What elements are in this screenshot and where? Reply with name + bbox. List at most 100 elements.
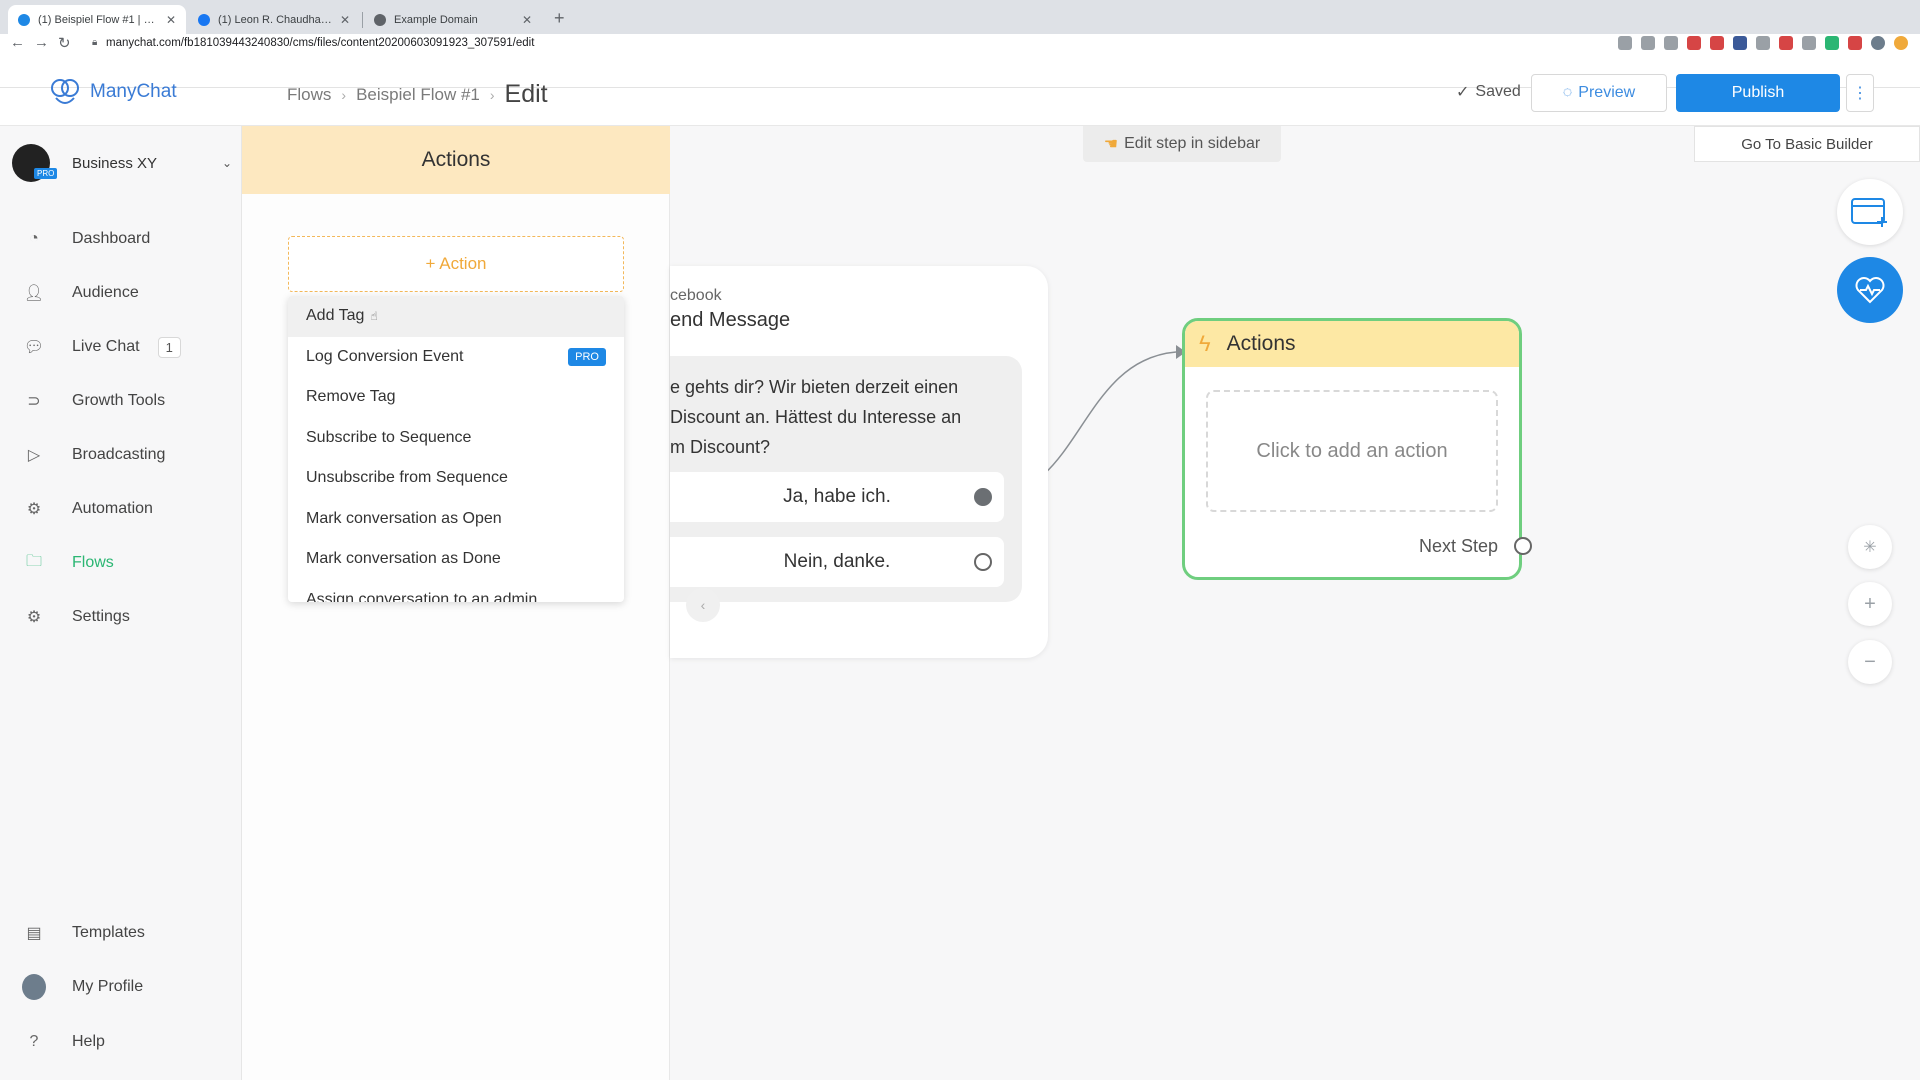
close-tab-icon[interactable]: ✕ xyxy=(340,13,350,27)
health-check-button[interactable] xyxy=(1837,257,1903,323)
quick-reply-button[interactable]: Nein, danke. xyxy=(670,537,1004,587)
browser-tab[interactable]: (1) Leon R. Chaudhari | Facebook ✕ xyxy=(188,5,360,34)
extension-icon[interactable] xyxy=(1825,36,1839,50)
back-icon[interactable]: ← xyxy=(10,34,25,51)
extension-icon[interactable] xyxy=(1733,36,1747,50)
extension-icon[interactable] xyxy=(1848,36,1862,50)
sidebar-item-growth-tools[interactable]: ⊃ Growth Tools xyxy=(22,386,232,416)
menu-item-label: Add Tag xyxy=(306,307,365,325)
reload-icon[interactable]: ↻ xyxy=(58,34,71,52)
browser-tab-active[interactable]: (1) Beispiel Flow #1 | Edit Content ✕ xyxy=(8,5,186,34)
sidebar-item-label: Flows xyxy=(72,554,114,571)
extension-icon[interactable] xyxy=(1641,36,1655,50)
extension-icon[interactable] xyxy=(1618,36,1632,50)
new-tab-icon[interactable]: + xyxy=(554,8,565,29)
add-action-button[interactable]: + Action xyxy=(288,236,624,292)
zoom-in-button[interactable]: + xyxy=(1848,582,1892,626)
browser-tab[interactable]: Example Domain ✕ xyxy=(364,5,542,34)
logo-text: ManyChat xyxy=(90,81,177,102)
chevron-right-icon: › xyxy=(341,86,347,103)
globe-icon xyxy=(374,13,386,26)
menu-item-log-conversion-event[interactable]: Log Conversion Event PRO xyxy=(288,337,624,378)
folder-icon: 🗀︎ xyxy=(25,552,42,570)
account-avatar: PRO xyxy=(12,144,58,182)
page-title: Edit xyxy=(504,80,548,108)
menu-item-mark-done[interactable]: Mark conversation as Done xyxy=(288,539,624,580)
extension-icon[interactable] xyxy=(1802,36,1816,50)
sidebar-item-dashboard[interactable]: ◔ Dashboard xyxy=(22,224,232,254)
extension-icon[interactable] xyxy=(1756,36,1770,50)
audience-icon: 👤︎ xyxy=(23,285,45,302)
preview-button[interactable]: ◌ Preview xyxy=(1531,74,1667,112)
forward-icon[interactable]: → xyxy=(34,34,49,51)
actions-node-header: ϟ Actions xyxy=(1185,321,1519,367)
more-options-icon[interactable]: ⋮ xyxy=(1846,74,1874,112)
sidebar-item-label: Settings xyxy=(72,608,130,625)
url-field[interactable]: manychat.com/fb181039443240830/cms/files… xyxy=(106,37,534,49)
sidebar-item-live-chat[interactable]: 💬︎ Live Chat 1 xyxy=(22,332,232,362)
extension-icon[interactable] xyxy=(1664,36,1678,50)
menu-item-mark-open[interactable]: Mark conversation as Open xyxy=(288,499,624,540)
sidebar-item-label: Live Chat xyxy=(72,338,140,355)
sidebar-item-my-profile[interactable]: My Profile xyxy=(22,972,232,1002)
chevron-down-icon: ⌄ xyxy=(221,156,232,170)
sidebar-item-flows[interactable]: 🗀︎ Flows xyxy=(22,548,232,578)
saved-status: ✓ Saved xyxy=(1456,82,1521,102)
menu-item-label: Log Conversion Event xyxy=(306,347,464,365)
update-icon[interactable] xyxy=(1894,36,1908,50)
gear-icon: ⚙︎ xyxy=(26,609,42,626)
sidebar-item-broadcasting[interactable]: ▷ Broadcasting xyxy=(22,440,232,470)
edit-step-hint: ☚ Edit step in sidebar xyxy=(1083,126,1281,162)
actions-node-title: Actions xyxy=(1226,332,1296,355)
messenger-icon: ◌ xyxy=(1562,84,1573,101)
sidebar-item-label: Dashboard xyxy=(72,230,151,247)
sidebar-item-label: Broadcasting xyxy=(72,446,166,463)
menu-item-unsubscribe-sequence[interactable]: Unsubscribe from Sequence xyxy=(288,458,624,499)
extension-icon[interactable] xyxy=(1779,36,1793,50)
sidebar-item-audience[interactable]: 👤︎ Audience xyxy=(22,278,232,308)
quick-reply-button[interactable]: Ja, habe ich. xyxy=(670,472,1004,522)
account-switcher[interactable]: PRO Business XY ⌄ xyxy=(12,144,232,182)
profile-avatar xyxy=(22,974,46,1000)
preview-label: Preview xyxy=(1578,84,1636,101)
breadcrumb-flows[interactable]: Flows xyxy=(287,85,331,105)
tab-title: (1) Beispiel Flow #1 | Edit Content xyxy=(38,13,158,26)
menu-item-subscribe-sequence[interactable]: Subscribe to Sequence xyxy=(288,418,624,459)
sidebar-item-help[interactable]: ? Help xyxy=(22,1027,232,1057)
templates-icon: ▤ xyxy=(26,925,42,942)
menu-item-add-tag[interactable]: Add Tag ☝︎ xyxy=(288,296,624,337)
breadcrumb-flow-name[interactable]: Beispiel Flow #1 xyxy=(356,85,480,105)
growth-icon: ⊃ xyxy=(27,393,41,410)
menu-item-assign-admin[interactable]: Assign conversation to an admin xyxy=(288,580,624,602)
sidebar-item-automation[interactable]: ⚙︎ Automation xyxy=(22,494,232,524)
auto-arrange-button[interactable]: ✳︎ xyxy=(1848,525,1892,569)
menu-item-remove-tag[interactable]: Remove Tag xyxy=(288,377,624,418)
close-tab-icon[interactable]: ✕ xyxy=(166,13,176,27)
close-tab-icon[interactable]: ✕ xyxy=(522,13,532,27)
tab-title: (1) Leon R. Chaudhari | Facebook xyxy=(218,13,332,26)
node-title: end Message xyxy=(670,309,791,331)
publish-button[interactable]: Publish xyxy=(1676,74,1840,112)
next-step-connector[interactable] xyxy=(1514,537,1532,555)
sidebar-item-label: Audience xyxy=(72,284,139,301)
sidebar-item-label: Help xyxy=(72,1033,105,1050)
extension-icons xyxy=(1618,36,1908,50)
pro-badge: PRO xyxy=(568,347,606,366)
connector-dot[interactable] xyxy=(974,553,992,571)
account-name: Business XY xyxy=(72,154,158,172)
extension-icon[interactable] xyxy=(1687,36,1701,50)
add-step-button[interactable] xyxy=(1837,179,1903,245)
sidebar-item-label: Templates xyxy=(72,924,145,941)
profile-icon[interactable] xyxy=(1871,36,1885,50)
logo[interactable]: ManyChat xyxy=(48,76,177,108)
sidebar-item-templates[interactable]: ▤ Templates xyxy=(22,918,232,948)
sidebar-item-settings[interactable]: ⚙︎ Settings xyxy=(22,602,232,632)
action-menu: Add Tag ☝︎ Log Conversion Event PRO Remo… xyxy=(288,296,624,602)
basic-builder-button[interactable]: Go To Basic Builder xyxy=(1694,126,1920,162)
connector-dot[interactable] xyxy=(974,488,992,506)
zoom-out-button[interactable]: − xyxy=(1848,640,1892,684)
sidebar-item-label: Growth Tools xyxy=(72,392,166,409)
extension-icon[interactable] xyxy=(1710,36,1724,50)
chevron-left-icon[interactable]: ‹ xyxy=(686,588,720,622)
add-action-placeholder[interactable]: Click to add an action xyxy=(1206,390,1498,512)
